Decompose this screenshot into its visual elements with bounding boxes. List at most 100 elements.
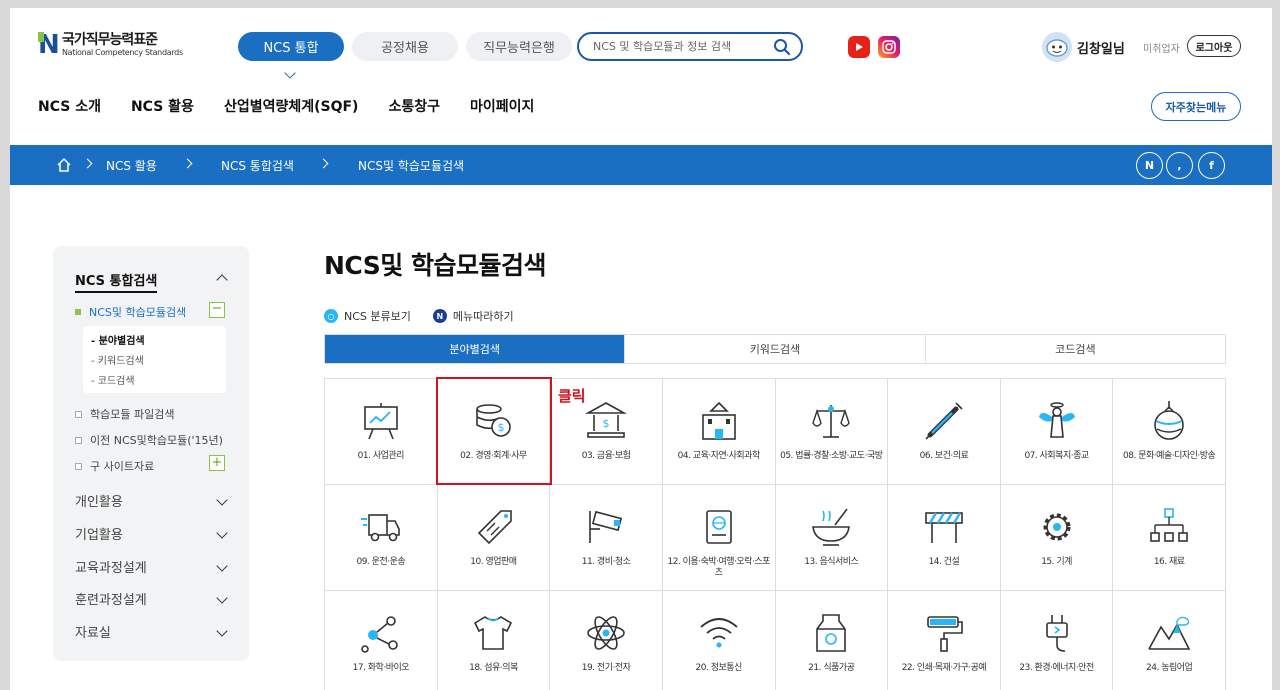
category-card[interactable]: 09. 운전·운송 (325, 485, 438, 591)
tab-job-competency-bank[interactable]: 직무능력은행 (466, 32, 572, 61)
category-card[interactable]: 24. 농림어업 (1113, 591, 1226, 690)
chevron-up-icon[interactable] (216, 274, 228, 286)
breadcrumb-item[interactable]: NCS 활용 (106, 157, 157, 174)
category-card[interactable]: 08. 문화·예술·디자인·방송 (1113, 379, 1226, 485)
kakao-icon[interactable]: , (1166, 152, 1193, 179)
category-label: 10. 영업판매 (470, 557, 517, 567)
school-building-icon (701, 401, 736, 440)
category-card[interactable]: 23. 환경·에너지·안전 (1001, 591, 1114, 690)
sidebar-group-personal[interactable]: 개인활용 (75, 491, 123, 510)
category-card[interactable]: 17. 화학·바이오 (325, 591, 438, 690)
chevron-down-icon[interactable] (216, 560, 228, 572)
frequent-menu-button[interactable]: 자주찾는메뉴 (1151, 92, 1241, 121)
facebook-icon[interactable]: f (1198, 152, 1225, 179)
category-card[interactable]: 13. 음식서비스 (775, 485, 889, 591)
category-card[interactable]: $02. 경영·회계·사무 (437, 379, 551, 485)
naver-blog-icon[interactable]: N (1136, 152, 1163, 179)
breadcrumb-current[interactable]: NCS및 학습모듈검색 (358, 157, 464, 174)
instagram-icon[interactable] (878, 36, 900, 58)
atom-icon (587, 616, 625, 650)
user-profile[interactable]: 김창일님 (1042, 32, 1125, 62)
category-label: 08. 문화·예술·디자인·방송 (1123, 451, 1216, 461)
category-card[interactable]: 04. 교육·자연·사회과학 (662, 379, 776, 485)
sidebar-item-previous-ncs[interactable]: 이전 NCS및학습모듈('15년) (75, 432, 223, 448)
breadcrumb-item[interactable]: NCS 통합검색 (221, 157, 294, 174)
ncs-logo[interactable]: N 국가직무능력표준 National Competency Standards (38, 32, 183, 58)
category-card[interactable]: 05. 법률·경찰·소방·교도·국방 (775, 379, 889, 485)
nav-sqf[interactable]: 산업별역량체계(SQF) (224, 96, 359, 116)
nav-mypage[interactable]: 마이페이지 (470, 96, 534, 116)
paint-roller-icon (927, 616, 963, 652)
search-icon[interactable] (773, 38, 791, 56)
home-icon[interactable] (56, 157, 72, 173)
category-card[interactable]: 12. 이용·숙박·여행·오락·스포츠 (662, 485, 776, 591)
ncs-classification-link[interactable]: NCS 분류보기 (344, 308, 411, 324)
category-label: 17. 화학·바이오 (352, 663, 410, 673)
expand-icon[interactable]: + (209, 455, 225, 471)
svg-text:$: $ (603, 417, 610, 430)
bowl-icon (812, 508, 851, 546)
category-label: 09. 운전·운송 (356, 557, 406, 567)
menu-guide-link[interactable]: 메뉴따라하기 (453, 308, 514, 324)
submenu-code-search[interactable]: - 코드검색 (91, 372, 226, 392)
tab-ncs-integrated[interactable]: NCS 통합 (238, 32, 344, 61)
sidebar-group-training[interactable]: 훈련과정설계 (75, 589, 147, 608)
category-card[interactable]: 01. 사업관리 (325, 379, 438, 485)
passport-icon (705, 510, 732, 544)
sidebar-group-company[interactable]: 기업활용 (75, 524, 123, 543)
category-label: 22. 인쇄·목재·가구·공예 (901, 663, 987, 673)
category-label: 23. 환경·에너지·안전 (1019, 663, 1094, 673)
category-card[interactable]: 07. 사회복지·종교 (1000, 379, 1114, 485)
category-card[interactable]: 19. 전기·전자 (550, 591, 663, 690)
sidebar-title[interactable]: NCS 통합검색 (75, 270, 158, 293)
category-card[interactable]: 11. 경비·청소 (550, 485, 663, 591)
category-label: 04. 교육·자연·사회과학 (677, 451, 761, 461)
category-card[interactable]: 22. 인쇄·목재·가구·공예 (888, 591, 1001, 690)
tab-keyword-search[interactable]: 키워드검색 (624, 335, 924, 363)
category-card[interactable]: 18. 섬유·의복 (438, 591, 551, 690)
sidebar-item-label: 구 사이트자료 (90, 460, 155, 473)
category-card[interactable]: 21. 식품가공 (776, 591, 889, 690)
chevron-down-icon[interactable] (216, 625, 228, 637)
logout-button[interactable]: 로그아웃 (1187, 35, 1241, 57)
search-box (577, 32, 803, 61)
ornament-icon (1154, 401, 1184, 440)
category-label: 19. 전기·전자 (581, 663, 631, 673)
sidebar-item-old-site[interactable]: 구 사이트자료 (75, 458, 154, 474)
category-card[interactable]: 16. 재료 (1113, 485, 1226, 591)
category-card[interactable]: 06. 보건·의료 (888, 379, 1001, 485)
submenu-keyword-search[interactable]: - 키워드검색 (91, 352, 226, 372)
category-card[interactable]: 15. 기계 (1000, 485, 1114, 591)
youtube-icon[interactable] (848, 36, 870, 58)
search-input[interactable] (593, 40, 773, 53)
chevron-right-icon (182, 158, 193, 169)
plug-icon (1045, 615, 1068, 652)
submenu-field-search[interactable]: - 분야별검색 (91, 332, 226, 352)
category-label: 24. 농림어업 (1146, 663, 1193, 673)
chevron-down-icon[interactable] (216, 494, 228, 506)
tab-code-search[interactable]: 코드검색 (924, 335, 1225, 363)
chevron-down-icon[interactable] (216, 592, 228, 604)
tab-fair-hiring[interactable]: 공정채용 (352, 32, 458, 61)
sidebar-item-label: 학습모듈 파일검색 (90, 408, 175, 421)
category-card[interactable]: 10. 영업판매 (437, 485, 551, 591)
user-status-link[interactable]: 미취업자 (1143, 40, 1180, 55)
chevron-down-icon (284, 67, 296, 79)
tab-field-search[interactable]: 분야별검색 (325, 335, 625, 363)
sidebar-item-label: 이전 NCS및학습모듈('15년) (90, 434, 223, 447)
nav-communication[interactable]: 소통창구 (388, 96, 440, 116)
gear-icon (1043, 513, 1071, 541)
nav-ncs-usage[interactable]: NCS 활용 (131, 96, 194, 116)
sidebar-item-ncs-module-search[interactable]: NCS및 학습모듈검색 (75, 304, 186, 320)
sidebar-group-curriculum[interactable]: 교육과정설계 (75, 557, 147, 576)
n-logo-icon: N (432, 309, 447, 323)
category-card[interactable]: 20. 정보통신 (663, 591, 776, 690)
category-label: 12. 이용·숙박·여행·오락·스포츠 (667, 557, 770, 578)
collapse-icon[interactable]: − (209, 302, 225, 318)
category-card[interactable]: 14. 건설 (888, 485, 1001, 591)
sidebar-group-resources[interactable]: 자료실 (75, 622, 111, 641)
nav-ncs-intro[interactable]: NCS 소개 (38, 96, 101, 116)
sidebar-item-module-file[interactable]: 학습모듈 파일검색 (75, 406, 174, 422)
chevron-right-icon (318, 158, 329, 169)
chevron-down-icon[interactable] (216, 527, 228, 539)
